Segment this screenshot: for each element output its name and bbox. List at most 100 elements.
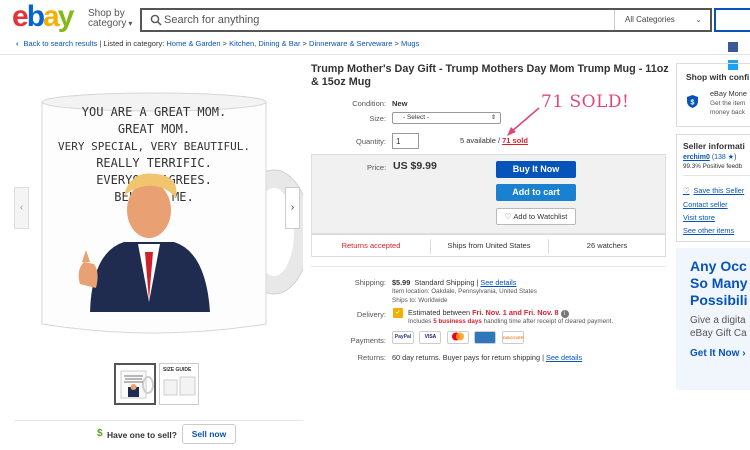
chevron-down-icon: ⌄: [695, 15, 702, 24]
search-icon: [150, 14, 162, 26]
search-button[interactable]: [714, 8, 750, 32]
shipping-see-details-link[interactable]: See details: [480, 278, 516, 287]
add-to-watchlist-button[interactable]: ♡ Add to Watchlist: [496, 208, 576, 225]
item-location: Item location: Oakdale, Pennsylvania, Un…: [392, 288, 537, 295]
seller-name: erchim0 (138 ★): [683, 154, 737, 161]
amex-icon: [474, 331, 497, 344]
item-title: Trump Mother's Day Gift - Trump Mothers …: [311, 63, 669, 88]
sell-bar: $ Have one to sell? Sell now: [14, 420, 303, 448]
annotation-arrow: [507, 107, 540, 136]
chevron-left-icon: ‹: [19, 202, 24, 213]
svg-text:$: $: [691, 100, 695, 107]
ebay-logo[interactable]: ebay: [12, 2, 74, 32]
size-label: Size:: [369, 114, 386, 123]
search-input[interactable]: [164, 13, 594, 27]
mug-line: YOU ARE A GREAT MOM.: [82, 105, 227, 119]
visa-icon: VISA: [419, 331, 442, 344]
condition-value: New: [392, 99, 408, 108]
save-seller-link[interactable]: ♡ Save this Seller: [683, 186, 744, 195]
breadcrumb-home-garden[interactable]: Home & Garden: [166, 39, 220, 48]
chevron-right-icon: ›: [742, 348, 746, 359]
shipping-value: $5.99 Standard Shipping | See details: [392, 278, 517, 287]
facebook-icon[interactable]: [728, 42, 738, 52]
money-back-description: Get the item money back: [710, 100, 746, 116]
price-box: [311, 154, 666, 234]
header: ebay Shop by category▾ All Categories⌄: [0, 0, 750, 36]
heart-icon: ♡: [683, 186, 690, 195]
breadcrumb-mugs[interactable]: Mugs: [401, 39, 419, 48]
shield-icon: $: [687, 95, 698, 108]
condition-label: Condition:: [352, 99, 386, 108]
breadcrumb: ‹ Back to search results | Listed in cate…: [16, 39, 420, 48]
quantity-label: Quantity:: [355, 137, 386, 146]
search-bar: All Categories⌄: [140, 8, 712, 32]
main-product-image[interactable]: YOU ARE A GREAT MOM. GREAT MOM. VERY SPE…: [14, 62, 303, 352]
ad-headline: Any Occ So Many Possibili: [690, 258, 748, 308]
shop-by-category-button[interactable]: Shop by category ▾: [88, 9, 132, 29]
returns-see-details-link[interactable]: See details: [546, 353, 582, 362]
payments-label: Payments:: [350, 336, 386, 345]
gallery-prev-button[interactable]: ‹: [14, 187, 29, 229]
price-value: US $9.99: [393, 160, 437, 172]
mug-line: VERY SPECIAL, VERY BEAUTIFUL.: [58, 140, 250, 153]
chevron-left-icon: ‹: [16, 39, 19, 48]
category-select[interactable]: All Categories ⌄: [614, 10, 710, 30]
paypal-icon: PayPal: [392, 331, 414, 344]
seller-information-box: Seller informati erchim0 (138 ★) 99.3% P…: [676, 134, 750, 242]
buy-it-now-button[interactable]: Buy It Now: [496, 161, 576, 178]
gift-card-ad[interactable]: Any Occ So Many Possibili Give a digita …: [676, 248, 750, 390]
divider: [0, 54, 750, 55]
returns-value: 60 day returns. Buyer pays for return sh…: [392, 353, 583, 362]
size-select[interactable]: - Select - ⇕: [392, 112, 501, 124]
returns-accepted-badge: Returns accepted: [341, 241, 401, 250]
mug-image: YOU ARE A GREAT MOM. GREAT MOM. VERY SPE…: [41, 92, 303, 334]
ad-subtext: Give a digita eBay Gift Ca: [690, 315, 747, 339]
thumbnail-2[interactable]: SIZE GUIDE: [159, 363, 199, 405]
breadcrumb-kitchen[interactable]: Kitchen, Dining & Bar: [229, 39, 300, 48]
sell-now-button[interactable]: Sell now: [182, 424, 236, 444]
seller-name-link[interactable]: erchim0: [683, 154, 710, 161]
chevron-down-icon: ▾: [128, 19, 133, 28]
mastercard-icon: [446, 331, 469, 344]
money-back-title: eBay Mone: [710, 89, 747, 98]
watchers-badge: 26 watchers: [586, 241, 628, 250]
chevron-down-icon: ⇕: [490, 115, 496, 121]
breadcrumb-dinnerware[interactable]: Dinnerware & Serveware: [309, 39, 392, 48]
seller-feedback-percent: 99.3% Positive feedb: [683, 163, 743, 170]
ships-to: Ships to: Worldwide: [392, 297, 448, 304]
seller-information-title: Seller informati: [683, 141, 745, 151]
star-icon: ★: [727, 154, 735, 161]
mug-line: REALLY TERRIFIC.: [96, 156, 212, 170]
thumbnail-mug-image: [120, 370, 154, 399]
heart-icon: ♡: [504, 212, 512, 221]
delivery-label: Delivery:: [356, 310, 386, 319]
add-to-cart-button[interactable]: Add to cart: [496, 184, 576, 201]
back-to-search-link[interactable]: Back to search results: [24, 39, 98, 48]
gallery-next-button[interactable]: ›: [285, 187, 300, 229]
shop-confidence-title: Shop with confi: [686, 72, 750, 82]
contact-seller-link[interactable]: Contact seller: [683, 200, 728, 209]
price-label: Price:: [367, 163, 387, 172]
quantity-input[interactable]: [392, 133, 419, 149]
ships-from-badge: Ships from United States: [447, 241, 531, 250]
visit-store-link[interactable]: Visit store: [683, 213, 715, 222]
divider: [683, 175, 750, 176]
item-badges: Returns accepted Ships from United State…: [311, 234, 666, 257]
sell-prompt: Have one to sell?: [107, 430, 177, 440]
delivery-estimate: Estimated between Fri. Nov. 1 and Fri. N…: [408, 308, 569, 318]
thumbnail-1[interactable]: [114, 363, 156, 405]
returns-label: Returns:: [357, 353, 386, 362]
mug-line: GREAT MOM.: [118, 122, 190, 136]
dollar-icon: $: [97, 428, 103, 439]
delivery-handling: Includes 5 business days handling time a…: [408, 318, 614, 325]
discover-icon: DISCOVER: [501, 331, 524, 344]
get-it-now-link[interactable]: Get It Now ›: [690, 348, 746, 359]
sold-annotation: 71 SOLD!: [541, 92, 630, 112]
chevron-right-icon: ›: [290, 202, 295, 213]
delivery-icon: ✓: [393, 308, 403, 318]
shop-confidence-box: Shop with confi $ eBay Mone Get the item…: [676, 63, 750, 127]
payment-methods: PayPal VISA DISCOVER: [392, 331, 525, 349]
see-other-items-link[interactable]: See other items: [683, 226, 734, 235]
shipping-label: Shipping:: [354, 278, 386, 287]
info-icon[interactable]: i: [560, 310, 569, 318]
